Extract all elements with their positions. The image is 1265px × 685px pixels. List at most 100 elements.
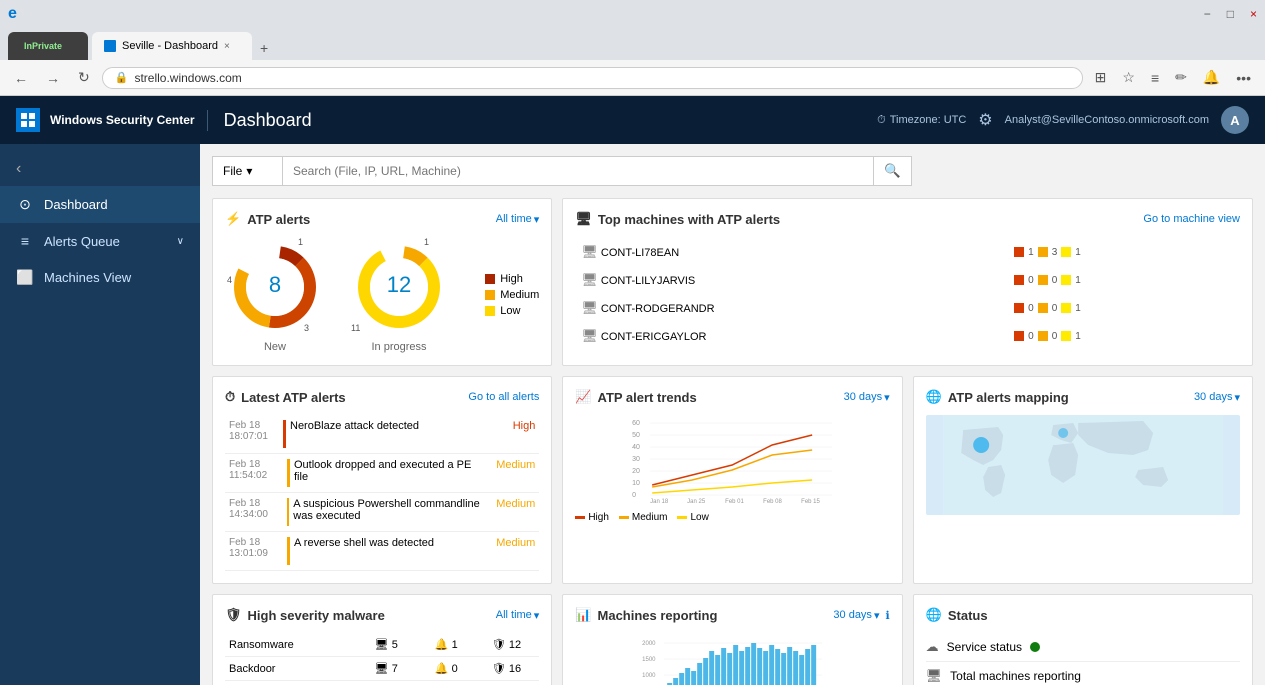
atp-trends-title: 📈 ATP alert trends [575,389,696,405]
search-input[interactable] [282,156,874,186]
notes-btn[interactable]: ✏ [1169,66,1193,89]
browser-tabs: InPrivate Seville - Dashboard × + [0,28,1265,60]
alert-icon-2: 🔔 [435,663,449,675]
ann-ip-top: 1 [424,237,429,247]
machines-icon: ⬜ [16,269,34,286]
ann-new-bottom: 3 [304,323,309,333]
maximize-btn[interactable]: □ [1219,5,1242,23]
low-bar [1061,247,1071,257]
favorites-btn[interactable]: ☆ [1116,66,1141,89]
mapping-filter-chevron: ▾ [1234,391,1240,404]
trend-legend-high: High [575,512,609,523]
svg-text:1000: 1000 [642,673,656,679]
high-trend-line [652,435,812,485]
machines-table: 🖥 CONT-LI78EAN 1 3 1 [575,237,1240,351]
sidebar-collapse-btn[interactable]: ‹ [0,152,200,186]
trend-chart-svg: 60 50 40 30 20 10 0 [575,415,889,505]
hubmenu-btn[interactable]: ≡ [1145,67,1165,89]
new-tab-button[interactable]: + [252,36,276,60]
alert-severity-bar-4 [287,537,290,565]
sidebar-item-dashboard[interactable]: ⊙ Dashboard [0,186,200,223]
alert-severity-bar-2 [287,459,290,487]
tab-close-icon[interactable]: × [224,41,230,52]
alert-count-1: 1 [452,639,458,651]
svg-text:40: 40 [632,444,640,451]
low-trend-dot [677,516,687,519]
filter-arrow-icon: ▾ [246,164,252,178]
high-dot [485,274,495,284]
minimize-btn[interactable]: − [1196,5,1219,23]
service-status-dot [1030,642,1040,652]
machines-reporting-header: 📊 Machines reporting 30 days ▾ ℹ [575,607,889,623]
notifications-btn[interactable]: 🔔 [1197,66,1226,89]
machine-row: 🖥 CONT-LI78EAN 1 3 1 [577,239,1238,265]
topbar-right: ⏱ Timezone: UTC ⚙ Analyst@SevilleContoso… [877,106,1249,134]
machine-bars-3: 0 0 1 [1014,303,1234,314]
search-bar: File ▾ 🔍 [212,156,912,186]
mr-filter-chevron: ▾ [874,609,880,622]
machine-row: 🖥 CONT-LILYJARVIS 0 0 1 [577,267,1238,293]
malware-name-2: Backdoor [225,657,353,681]
low-bar [1061,303,1071,313]
machine-count-2: 7 [392,663,398,675]
alert-date-4: Feb 18 13:01:09 [225,532,283,571]
atp-mapping-card: 🌐 ATP alerts mapping 30 days ▾ [913,376,1253,584]
alert-severity-2: Medium [492,454,539,493]
settings-icon[interactable]: ⚙ [978,110,992,130]
monitor-icon: 🖥 [575,211,592,227]
legend-high-label: High [500,273,523,285]
tab-title: Seville - Dashboard [122,40,218,52]
browser-titlebar: e − □ × [0,0,1265,28]
app-content: Windows Security Center Dashboard ⏱ Time… [0,96,1265,685]
globe-icon: 🌐 [926,389,942,405]
legend-high: High [485,273,539,285]
shield-icon: 🛡 [225,607,242,623]
alert-icon-1: 🔔 [435,639,449,651]
machine-count-1: 5 [392,639,398,651]
latest-alerts-title: ⏱ Latest ATP alerts [225,389,346,405]
avatar[interactable]: A [1221,106,1249,134]
sidebar-item-machines[interactable]: ⬜ Machines View [0,259,200,296]
sidebar: ‹ ⊙ Dashboard ≡ Alerts Queue ∨ ⬜ Machine… [0,144,200,685]
legend-medium-label: Medium [500,289,539,301]
atp-alerts-filter[interactable]: All time ▾ [496,213,540,226]
address-bar[interactable]: 🔒 strello.windows.com [102,67,1083,89]
machine-view-link[interactable]: Go to machine view [1143,213,1240,225]
svg-text:2000: 2000 [642,641,656,647]
med-bar [1038,275,1048,285]
forward-button[interactable]: → [40,67,66,89]
alert-count-2: 0 [452,663,458,675]
malware-row-1: Ransomware 🖥 5 🔔 1 🛡 12 [225,633,539,657]
address-text: strello.windows.com [134,71,241,85]
filter-chevron-icon: ▾ [534,213,540,226]
malware-filter[interactable]: All time ▾ [496,609,540,622]
alert-name-1: NeroBlaze attack detected [290,420,419,448]
settings-btn[interactable]: ••• [1230,67,1257,89]
malware-table: Ransomware 🖥 5 🔔 1 🛡 12 Backdoor 🖥 7 🔔 0 [225,633,539,685]
sidebar-item-alerts[interactable]: ≡ Alerts Queue ∨ [0,223,200,259]
search-filter-dropdown[interactable]: File ▾ [212,156,282,186]
search-button[interactable]: 🔍 [874,156,912,186]
malware-row-3: Exploit 🖥 35 🔔 3 🛡 52 [225,681,539,685]
atp-mapping-filter[interactable]: 30 days ▾ [1194,391,1240,404]
machine-name-1: CONT-LI78EAN [601,247,679,259]
atp-mapping-header: 🌐 ATP alerts mapping 30 days ▾ [926,389,1240,405]
machine-bars-4: 0 0 1 [1014,331,1234,342]
close-btn[interactable]: × [1242,5,1265,23]
collections-btn[interactable]: ⊞ [1089,66,1113,89]
screen-icon: 🖥 [926,668,943,684]
go-all-alerts-link[interactable]: Go to all alerts [468,391,539,403]
top-machines-card: 🖥 Top machines with ATP alerts Go to mac… [562,198,1253,366]
tab-inprivate[interactable]: InPrivate [8,32,88,60]
refresh-button[interactable]: ↻ [72,66,96,89]
tab-seville[interactable]: Seville - Dashboard × [92,32,252,60]
page-title: Dashboard [207,110,312,131]
atp-trends-filter[interactable]: 30 days ▾ [844,391,890,404]
alert-date-1: Feb 18 18:07:01 [225,415,283,454]
latest-alerts-card: ⏱ Latest ATP alerts Go to all alerts Feb… [212,376,552,584]
back-button[interactable]: ← [8,67,34,89]
browser-nav: ← → ↻ 🔒 strello.windows.com ⊞ ☆ ≡ ✏ 🔔 ••… [0,60,1265,96]
machines-reporting-filter[interactable]: 30 days ▾ ℹ [833,609,889,622]
malware-card: 🛡 High severity malware All time ▾ [212,594,552,685]
malware-title: 🛡 High severity malware [225,607,385,623]
